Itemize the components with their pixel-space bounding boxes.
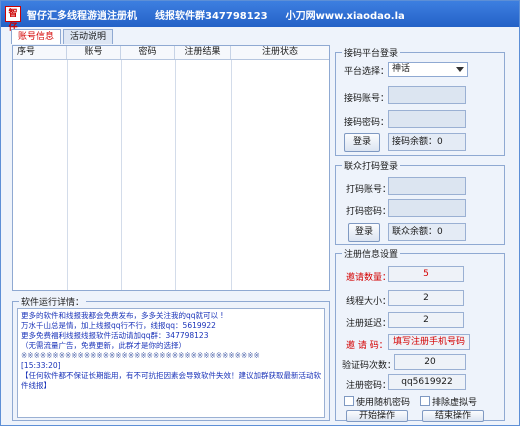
column-header-result[interactable]: 注册结果 [175,46,231,59]
title-bar: 智仔 智仔汇多线程游逍注册机 线报软件群347798123 小刀网www.xia… [1,1,519,33]
reg-password-input[interactable]: qq5619922 [388,374,466,390]
title-qq-group: 线报软件群347798123 [155,10,268,22]
log-line: 万水千山总是情，加上线报qq行不行，线报qq：5619922 [21,321,216,330]
grid-header: 序号 账号 密码 注册结果 注册状态 [13,46,329,60]
app-logo-icon: 智仔 [5,6,21,33]
log-timestamp: [15:33:20] [21,361,61,370]
log-title: 软件运行详情： [19,295,87,308]
platform-login-button[interactable]: 登录 [344,133,380,152]
captcha-login-button[interactable]: 登录 [348,223,380,242]
register-settings-title: 注册信息设置 [342,247,401,260]
tab-account-info[interactable]: 账号信息 [11,29,62,44]
platform-password-input[interactable] [388,110,466,128]
app-title: 智仔汇多线程游逍注册机 [27,10,137,22]
captcha-account-label: 打码账号： [346,185,392,195]
platform-balance: 接码余额：0 [388,133,466,151]
log-line: 【任何软件都不保证长期能用，有不可抗拒因素会导致软件失效！建议加群获取最新活动软… [21,371,321,390]
threads-label: 线程大小： [346,297,392,307]
chevron-down-icon [456,67,464,72]
reg-password-label: 注册密码： [346,381,392,391]
platform-account-input[interactable] [388,86,466,104]
app-window: 智仔 智仔汇多线程游逍注册机 线报软件群347798123 小刀网www.xia… [0,0,520,426]
captcha-login-title: 联众打码登录 [342,159,401,172]
log-line: 更多的软件和线报我都会免费发布，多多关注我的qq就可以 ! [21,311,224,320]
captcha-password-input[interactable] [388,199,466,217]
column-header-status[interactable]: 注册状态 [231,46,329,59]
platform-select[interactable]: 神话 [388,62,468,77]
start-button[interactable]: 开始操作 [346,410,408,422]
platform-select-value: 神话 [392,64,411,74]
captcha-account-input[interactable] [388,177,466,195]
invite-code-input[interactable]: 填写注册手机号码 [388,334,470,350]
log-separator: ※※※※※※※※※※※※※※※※※※※※※※※※※※※※※※※※※※※※※※ [21,351,260,360]
platform-login-title: 接码平台登录 [342,46,401,59]
column-header-account[interactable]: 账号 [67,46,121,59]
exclude-virtual-label: 排除虚拟号 [432,398,478,408]
invite-count-input[interactable]: 5 [388,266,464,282]
captcha-login-group: 联众打码登录 打码账号： 打码密码： 登录 联众余额：0 [335,159,505,245]
threads-input[interactable]: 2 [388,290,464,306]
grid-divider [121,60,122,290]
platform-login-group: 接码平台登录 平台选择： 神话 接码账号： 接码密码： 登录 接码余额：0 [335,46,505,156]
platform-password-label: 接码密码： [344,118,390,128]
captcha-retries-input[interactable]: 20 [394,354,466,370]
platform-account-label: 接码账号： [344,94,390,104]
log-line: 更多免费福利线报线报软件活动请加qq群：347798123 [21,331,209,340]
grid-divider [231,60,232,290]
stop-button[interactable]: 结束操作 [422,410,484,422]
account-grid[interactable]: 序号 账号 密码 注册结果 注册状态 [12,45,330,291]
tab-activity-notes[interactable]: 活动说明 [63,29,114,44]
title-website: 小刀网www.xiaodao.la [285,10,405,22]
grid-divider [67,60,68,290]
column-header-password[interactable]: 密码 [121,46,175,59]
log-output[interactable]: 更多的软件和线报我都会免费发布，多多关注我的qq就可以 ! 万水千山总是情，加上… [17,308,325,418]
invite-code-label: 邀 请 码： [346,341,388,351]
log-group: 软件运行详情： 更多的软件和线报我都会免费发布，多多关注我的qq就可以 ! 万水… [12,295,330,421]
captcha-balance: 联众余额：0 [388,223,466,241]
column-header-index[interactable]: 序号 [13,46,67,59]
random-password-checkbox[interactable] [344,396,354,406]
register-settings-group: 注册信息设置 邀请数量： 5 线程大小： 2 注册延迟： 2 邀 请 码： 填写… [335,247,505,422]
captcha-retries-label: 验证码次数： [342,361,397,371]
delay-input[interactable]: 2 [388,312,464,328]
delay-label: 注册延迟： [346,319,392,329]
captcha-password-label: 打码密码： [346,207,392,217]
tab-strip: 账号信息 活动说明 [11,29,115,44]
grid-divider [175,60,176,290]
invite-count-label: 邀请数量： [346,273,392,283]
grid-body [13,60,329,290]
random-password-label: 使用随机密码 [356,398,411,408]
exclude-virtual-checkbox[interactable] [420,396,430,406]
log-line: （无需流量广告，免费更新，此群才是你的选择） [21,341,186,350]
platform-select-label: 平台选择： [344,67,390,77]
